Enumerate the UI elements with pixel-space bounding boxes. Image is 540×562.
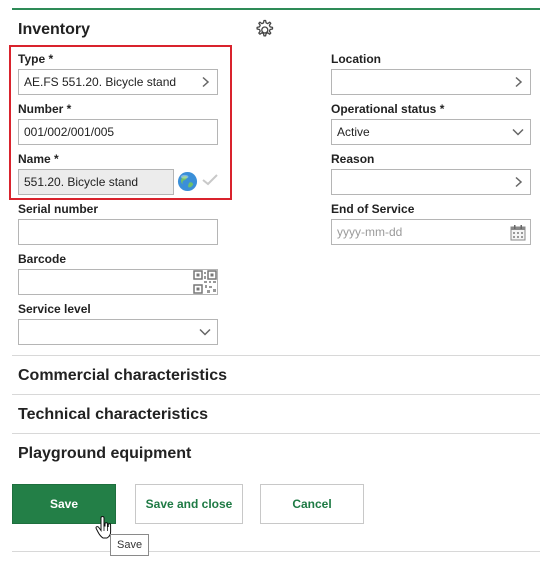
section-divider — [12, 394, 540, 395]
calendar-icon[interactable] — [510, 224, 526, 241]
service-level-select[interactable] — [18, 319, 218, 345]
operational-status-select[interactable]: Active — [331, 119, 531, 145]
serial-number-label: Serial number — [18, 202, 99, 216]
chevron-right-icon — [515, 176, 523, 188]
name-value: 551.20. Bicycle stand — [24, 175, 139, 189]
playground-equipment-header[interactable]: Playground equipment — [18, 445, 191, 463]
bottom-divider — [12, 551, 540, 552]
number-value: 001/002/001/005 — [24, 125, 115, 139]
chevron-right-icon — [515, 76, 523, 88]
save-and-close-button[interactable]: Save and close — [135, 484, 243, 524]
service-level-label: Service level — [18, 302, 91, 316]
section-divider — [12, 355, 540, 356]
chevron-right-icon — [202, 76, 210, 88]
operational-status-value: Active — [337, 125, 370, 139]
operational-status-label: Operational status * — [331, 102, 445, 116]
type-value: AE.FS 551.20. Bicycle stand — [24, 75, 177, 89]
cancel-button[interactable]: Cancel — [260, 484, 364, 524]
gear-icon[interactable] — [252, 18, 276, 42]
number-label: Number * — [18, 102, 72, 116]
serial-number-field[interactable] — [18, 219, 218, 245]
chevron-down-icon — [512, 128, 524, 136]
number-field[interactable]: 001/002/001/005 — [18, 119, 218, 145]
barcode-field[interactable] — [18, 269, 218, 295]
commercial-characteristics-header[interactable]: Commercial characteristics — [18, 367, 227, 385]
location-field[interactable] — [331, 69, 531, 95]
top-divider — [12, 8, 540, 10]
reason-label: Reason — [331, 152, 375, 166]
name-label: Name * — [18, 152, 59, 166]
end-of-service-placeholder: yyyy-mm-dd — [337, 225, 403, 239]
inventory-section-title: Inventory — [18, 21, 91, 38]
reason-field[interactable] — [331, 169, 531, 195]
end-of-service-date-field[interactable]: yyyy-mm-dd — [331, 219, 531, 245]
globe-icon[interactable] — [177, 171, 198, 192]
type-field[interactable]: AE.FS 551.20. Bicycle stand — [18, 69, 218, 95]
save-tooltip: Save — [110, 534, 150, 556]
checkmark-icon[interactable] — [201, 173, 219, 187]
qr-code-icon[interactable] — [193, 270, 217, 294]
section-divider — [12, 433, 540, 434]
location-label: Location — [331, 52, 381, 66]
end-of-service-label: End of Service — [331, 202, 415, 216]
name-field[interactable]: 551.20. Bicycle stand — [18, 169, 174, 195]
chevron-down-icon — [199, 328, 211, 336]
barcode-label: Barcode — [18, 252, 67, 266]
technical-characteristics-header[interactable]: Technical characteristics — [18, 406, 208, 424]
type-label: Type * — [18, 52, 54, 66]
